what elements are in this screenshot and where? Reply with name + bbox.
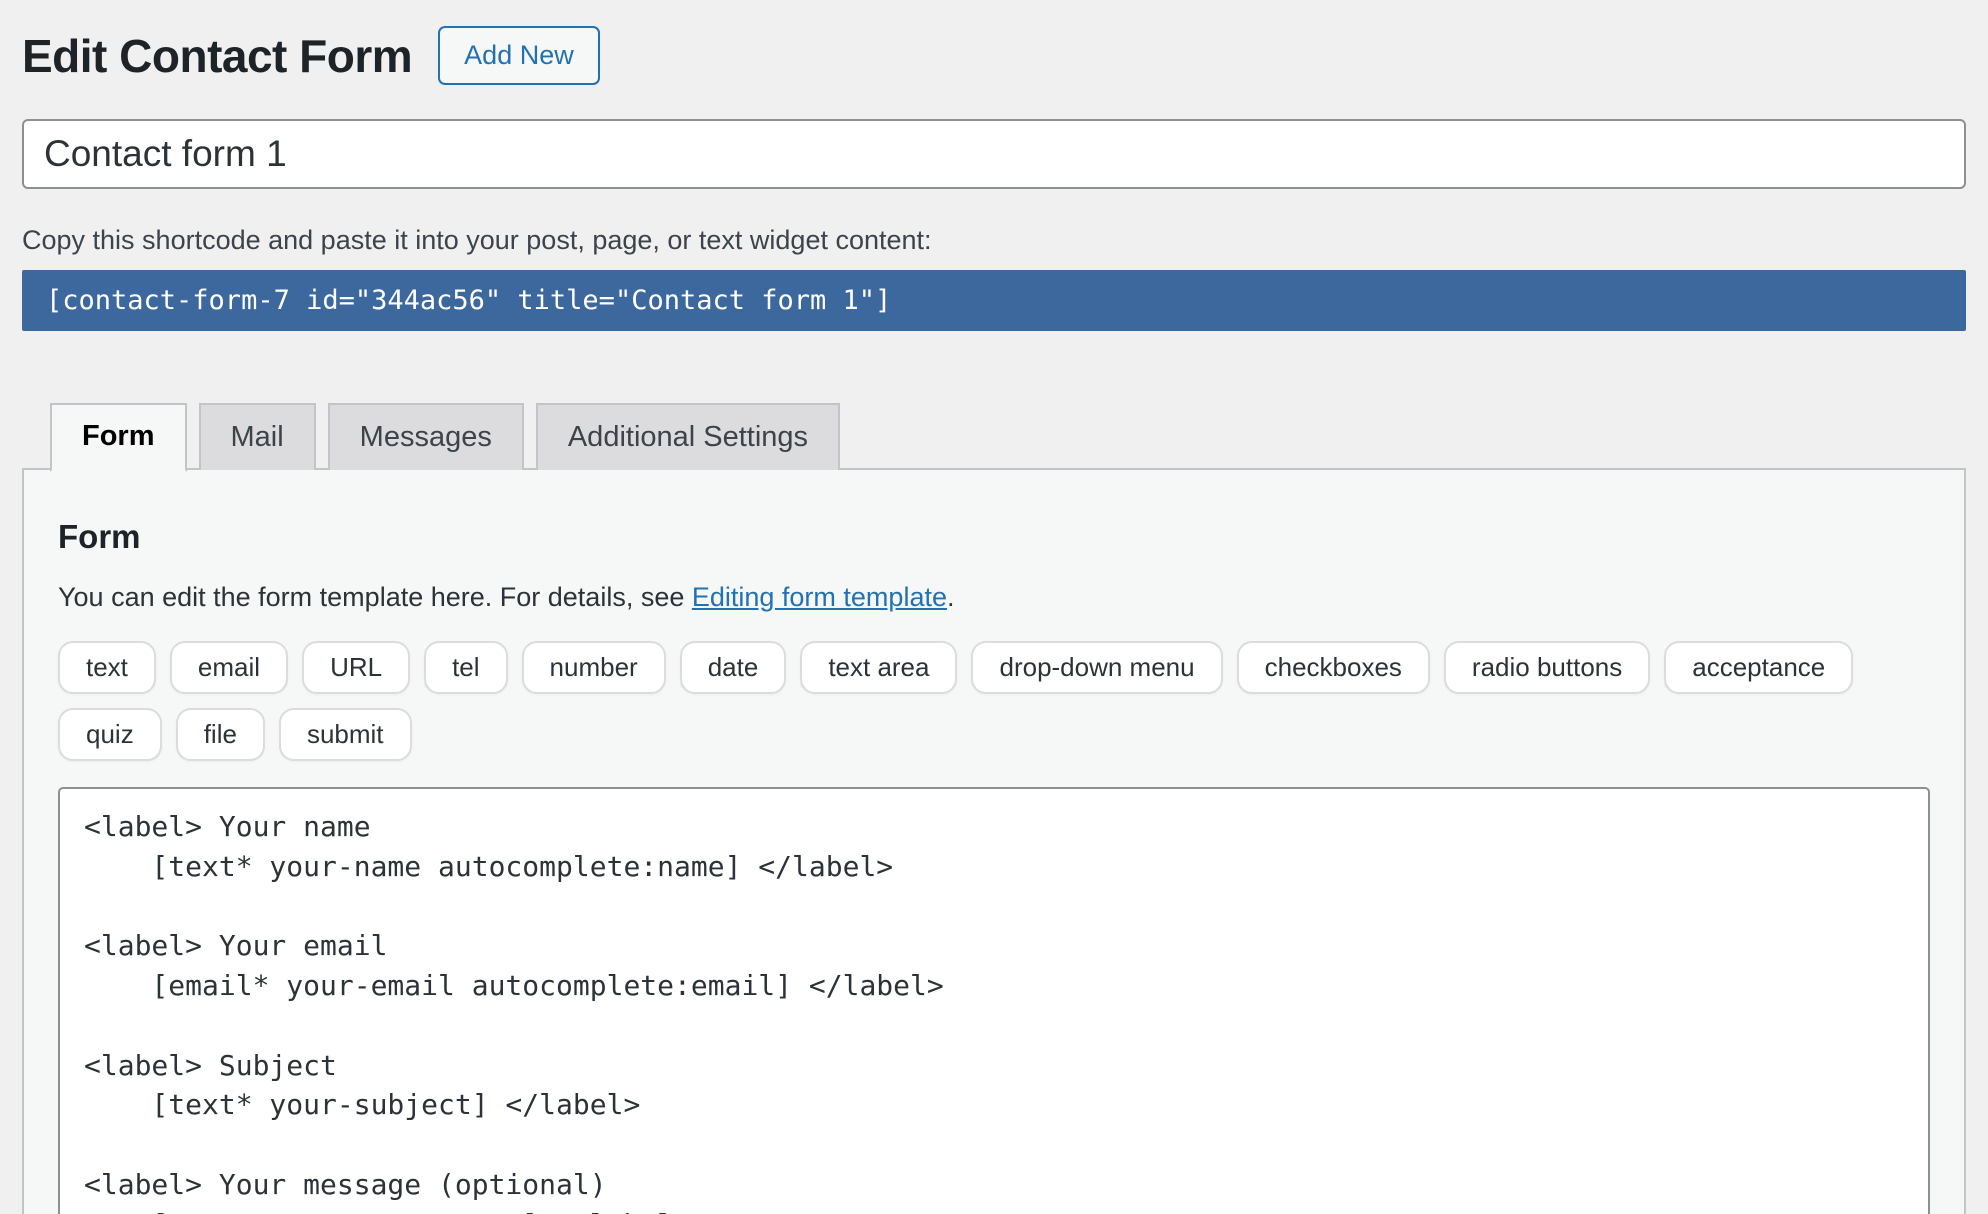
panel-description: You can edit the form template here. For… [58, 582, 1930, 613]
tag-generator-buttons: text email URL tel number datetext area drop-d… [58, 641, 1930, 761]
editing-form-template-link[interactable]: Editing form template [692, 582, 947, 612]
page-header: Edit Contact Form Add New [22, 26, 1966, 85]
tag-button-tel[interactable]: tel [424, 641, 507, 694]
tag-button-radio-buttons[interactable]: radio buttons [1444, 641, 1650, 694]
tag-button-date[interactable]: date [680, 641, 787, 694]
panel-description-text: You can edit the form template here. For… [58, 582, 692, 612]
add-new-button[interactable]: Add New [438, 26, 600, 85]
tag-button-email[interactable]: email [170, 641, 288, 694]
tab-bar: FormMailMessagesAdditional Settings [22, 401, 1966, 468]
form-template-editor[interactable]: <label> Your name [text* your-name autoc… [58, 787, 1930, 1214]
edit-contact-form-page: Edit Contact Form Add New Copy this shor… [0, 0, 1988, 1214]
tag-button-file[interactable]: file [176, 708, 265, 761]
form-panel: Form You can edit the form template here… [22, 468, 1966, 1214]
tag-button-submit[interactable]: submit [279, 708, 412, 761]
form-title-input[interactable] [22, 119, 1966, 189]
tag-button-text-area[interactable]: text area [800, 641, 957, 694]
tag-button-drop-down-menu[interactable]: drop-down menu [971, 641, 1222, 694]
tag-button-acceptance[interactable]: acceptance [1664, 641, 1853, 694]
tab-mail[interactable]: Mail [199, 403, 316, 470]
tab-additional-settings[interactable]: Additional Settings [536, 403, 840, 470]
panel-heading: Form [58, 518, 1930, 556]
tag-button-quiz[interactable]: quiz [58, 708, 162, 761]
tag-button-number[interactable]: number [522, 641, 666, 694]
page-title: Edit Contact Form [22, 29, 412, 83]
tag-button-text[interactable]: text [58, 641, 156, 694]
shortcode-field[interactable] [22, 270, 1966, 331]
tab-messages[interactable]: Messages [328, 403, 524, 470]
panel-description-period: . [947, 582, 955, 612]
tag-button-url[interactable]: URL [302, 641, 410, 694]
tag-button-checkboxes[interactable]: checkboxes [1237, 641, 1430, 694]
tab-form[interactable]: Form [50, 403, 187, 472]
shortcode-description: Copy this shortcode and paste it into yo… [22, 225, 1966, 256]
